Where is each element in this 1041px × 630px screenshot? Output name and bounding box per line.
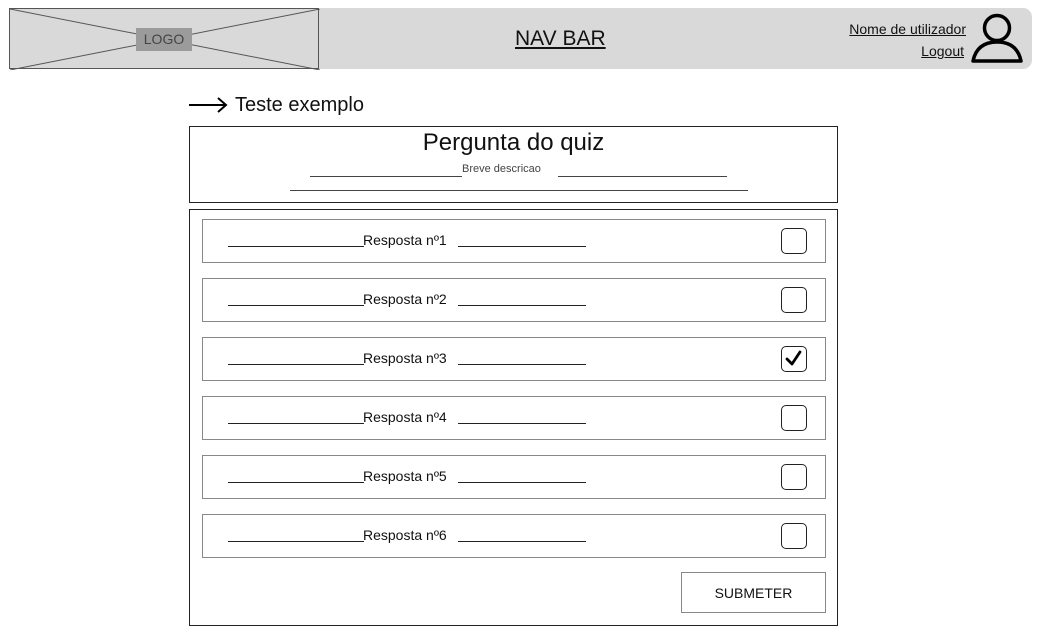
answer-checkbox[interactable] [781, 346, 807, 372]
submit-button[interactable]: SUBMETER [681, 572, 826, 613]
divider [228, 364, 364, 365]
answer-option-2[interactable]: Resposta nº2 [202, 278, 826, 322]
divider [458, 364, 586, 365]
logo-text: LOGO [136, 28, 192, 51]
logo-placeholder: LOGO [9, 8, 320, 70]
answer-label: Resposta nº4 [363, 409, 447, 425]
divider [228, 541, 364, 542]
answer-checkbox[interactable] [781, 523, 807, 549]
breadcrumb-label: Teste exemplo [235, 93, 364, 116]
answer-label: Resposta nº5 [363, 468, 447, 484]
answer-option-4[interactable]: Resposta nº4 [202, 396, 826, 440]
divider [310, 176, 462, 177]
divider [228, 423, 364, 424]
logout-link[interactable]: Logout [921, 43, 964, 59]
breadcrumb: Teste exemplo [189, 92, 364, 118]
checkmark-icon [785, 350, 802, 366]
answer-option-1[interactable]: Resposta nº1 [202, 219, 826, 263]
question-card: Pergunta do quiz Breve descricao [189, 126, 838, 203]
answers-card: Resposta nº1 Resposta nº2 Resposta nº3 R… [189, 209, 838, 626]
arrow-right-icon [189, 97, 228, 113]
divider [458, 541, 586, 542]
question-description: Breve descricao [462, 163, 541, 175]
nav-bar-title[interactable]: NAV BAR [515, 27, 606, 51]
answer-checkbox[interactable] [781, 287, 807, 313]
divider [228, 246, 364, 247]
divider [458, 246, 586, 247]
divider [290, 190, 748, 191]
divider [228, 305, 364, 306]
user-icon[interactable] [970, 12, 1024, 64]
answer-option-5[interactable]: Resposta nº5 [202, 455, 826, 499]
divider [558, 176, 727, 177]
user-name-link[interactable]: Nome de utilizador [849, 21, 966, 37]
answer-option-3[interactable]: Resposta nº3 [202, 337, 826, 381]
question-title: Pergunta do quiz [422, 129, 605, 156]
answer-label: Resposta nº3 [363, 350, 447, 366]
answer-checkbox[interactable] [781, 464, 807, 490]
answer-checkbox[interactable] [781, 405, 807, 431]
answer-checkbox[interactable] [781, 228, 807, 254]
answer-label: Resposta nº2 [363, 291, 447, 307]
divider [228, 482, 364, 483]
divider [458, 482, 586, 483]
divider [458, 423, 586, 424]
answer-label: Resposta nº1 [363, 232, 447, 248]
answer-option-6[interactable]: Resposta nº6 [202, 514, 826, 558]
divider [458, 305, 586, 306]
answer-label: Resposta nº6 [363, 527, 447, 543]
